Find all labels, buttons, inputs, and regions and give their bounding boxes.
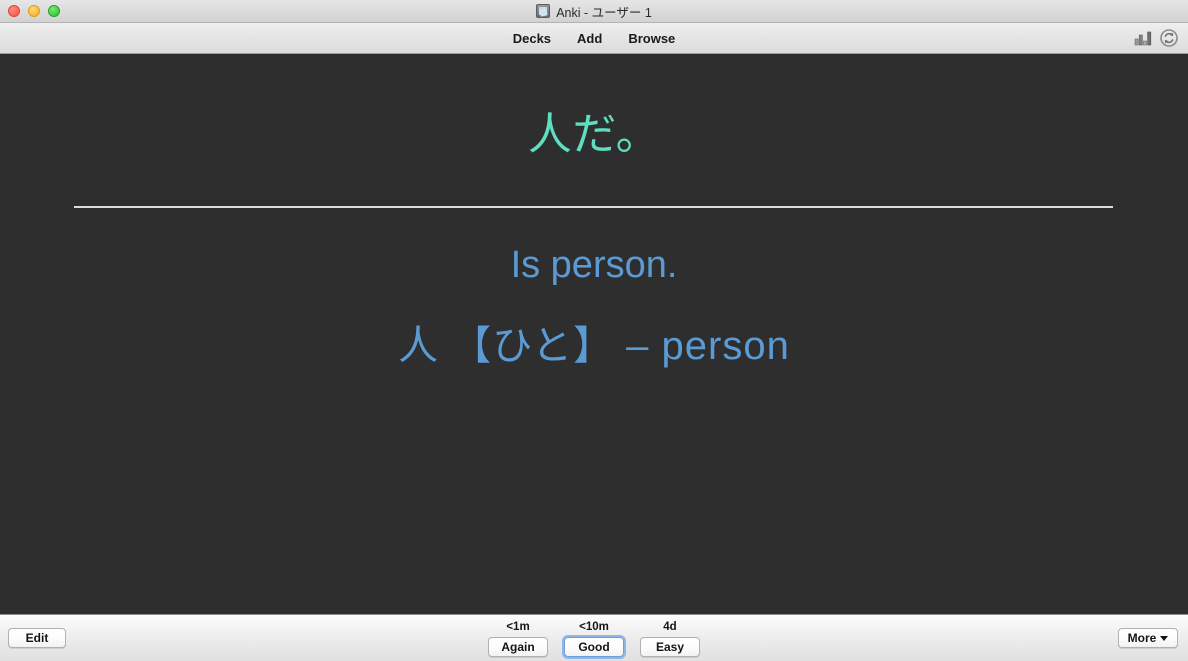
more-button-label: More bbox=[1127, 631, 1157, 645]
card-divider bbox=[74, 205, 1113, 208]
anki-app-icon bbox=[536, 4, 551, 18]
more-button[interactable]: More bbox=[1118, 628, 1178, 648]
again-button[interactable]: Again bbox=[488, 637, 548, 657]
minimize-button[interactable] bbox=[28, 5, 40, 17]
close-button[interactable] bbox=[8, 5, 20, 17]
card-vocabulary-text: 人 【ひと】 – person bbox=[398, 324, 790, 369]
toolbar-icon-group bbox=[1134, 23, 1178, 53]
interval-label-good: <10m bbox=[579, 621, 609, 633]
toolbar-item-decks[interactable]: Decks bbox=[511, 29, 553, 48]
good-button[interactable]: Good bbox=[564, 637, 624, 657]
interval-label-again: <1m bbox=[506, 621, 530, 633]
card-question-text: 人だ。 bbox=[527, 110, 661, 159]
maximize-button[interactable] bbox=[48, 5, 60, 17]
easy-button[interactable]: Easy bbox=[640, 637, 700, 657]
card-review-area[interactable]: 人だ。 Is person. 人 【ひと】 – person bbox=[0, 54, 1188, 614]
window-titlebar: Anki - ユーザー 1 bbox=[0, 0, 1188, 23]
window-title-group: Anki - ユーザー 1 bbox=[536, 2, 652, 21]
card-answer-text: Is person. bbox=[510, 243, 678, 286]
answer-choice-good: <10m Good bbox=[561, 620, 627, 657]
answer-buttons-group: <1m Again <10m Good 4d Easy bbox=[0, 620, 1188, 657]
toolbar-item-browse[interactable]: Browse bbox=[626, 29, 677, 48]
traffic-lights bbox=[8, 0, 60, 22]
toolbar-menu: Decks Add Browse bbox=[511, 29, 678, 48]
interval-label-easy: 4d bbox=[663, 621, 677, 633]
sync-icon[interactable] bbox=[1160, 29, 1178, 47]
main-toolbar: Decks Add Browse bbox=[0, 23, 1188, 54]
anki-main-window: Anki - ユーザー 1 Decks Add Browse 人だ。 Is pe… bbox=[0, 0, 1188, 661]
answer-choice-easy: 4d Easy bbox=[637, 620, 703, 657]
chevron-down-icon bbox=[1160, 635, 1169, 641]
window-title: Anki - ユーザー 1 bbox=[556, 5, 652, 20]
toolbar-item-add[interactable]: Add bbox=[575, 29, 604, 48]
stats-icon[interactable] bbox=[1134, 30, 1152, 46]
review-bottom-bar: Edit <1m Again <10m Good 4d Easy More bbox=[0, 614, 1188, 661]
answer-choice-again: <1m Again bbox=[485, 620, 551, 657]
